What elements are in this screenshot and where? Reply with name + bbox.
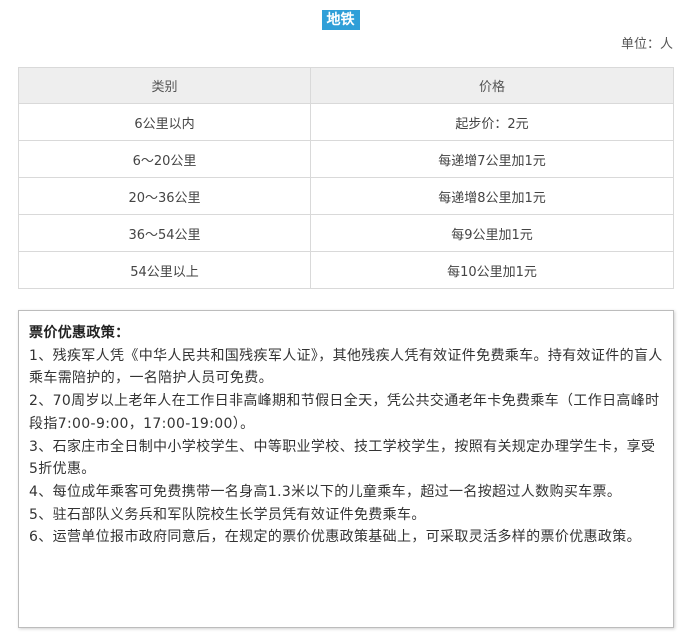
fare-table: 类别 价格 6公里以内 起步价：2元 6～20公里 每递增7公里加1元 20～3…: [18, 67, 674, 289]
cell-category: 54公里以上: [18, 251, 311, 289]
column-header-category: 类别: [18, 67, 311, 104]
unit-label: 单位：人: [620, 37, 673, 52]
table-row: 6公里以内 起步价：2元: [18, 103, 674, 141]
cell-price: 每递增7公里加1元: [310, 140, 674, 178]
cell-category: 36～54公里: [18, 214, 311, 252]
cell-category: 6～20公里: [18, 140, 311, 178]
cell-category: 6公里以内: [18, 103, 311, 141]
section-header: 地铁: [0, 9, 681, 30]
policy-title: 票价优惠政策：: [29, 325, 130, 341]
cell-category: 20～36公里: [18, 177, 311, 215]
cell-price: 每递增8公里加1元: [310, 177, 674, 215]
column-header-price: 价格: [310, 67, 674, 104]
section-badge: 地铁: [321, 10, 360, 30]
cell-price: 每10公里加1元: [310, 251, 674, 289]
policy-item: 4、每位成年乘客可免费携带一名身高1.3米以下的儿童乘车，超过一名按超过人数购买…: [29, 483, 622, 500]
table-row: 54公里以上 每10公里加1元: [18, 251, 674, 289]
table-row: 36～54公里 每9公里加1元: [18, 214, 674, 252]
cell-price: 每9公里加1元: [310, 214, 674, 252]
policy-box: 票价优惠政策： 1、残疾军人凭《中华人民共和国残疾军人证》，其他残疾人凭有效证件…: [18, 310, 674, 628]
table-row: 6～20公里 每递增7公里加1元: [18, 140, 674, 178]
cell-price: 起步价：2元: [310, 103, 674, 141]
policy-item: 1、残疾军人凭《中华人民共和国残疾军人证》，其他残疾人凭有效证件免费乘车。持有效…: [29, 347, 663, 387]
policy-item: 2、70周岁以上老年人在工作日非高峰期和节假日全天，凭公共交通老年卡免费乘车（工…: [29, 393, 660, 432]
policy-item: 3、石家庄市全日制中小学校学生、中等职业学校、技工学校学生，按照有关规定办理学生…: [29, 438, 656, 478]
page: 地铁 单位：人 类别 价格 6公里以内 起步价：2元 6～20公里 每递增7公里…: [0, 0, 681, 637]
table-row: 20～36公里 每递增8公里加1元: [18, 177, 674, 215]
policy-item: 6、运营单位报市政府同意后，在规定的票价优惠政策基础上，可采取灵活多样的票价优惠…: [29, 529, 641, 546]
table-header-row: 类别 价格: [18, 67, 674, 104]
policy-item: 5、驻石部队义务兵和军队院校生长学员凭有效证件免费乘车。: [29, 506, 426, 523]
